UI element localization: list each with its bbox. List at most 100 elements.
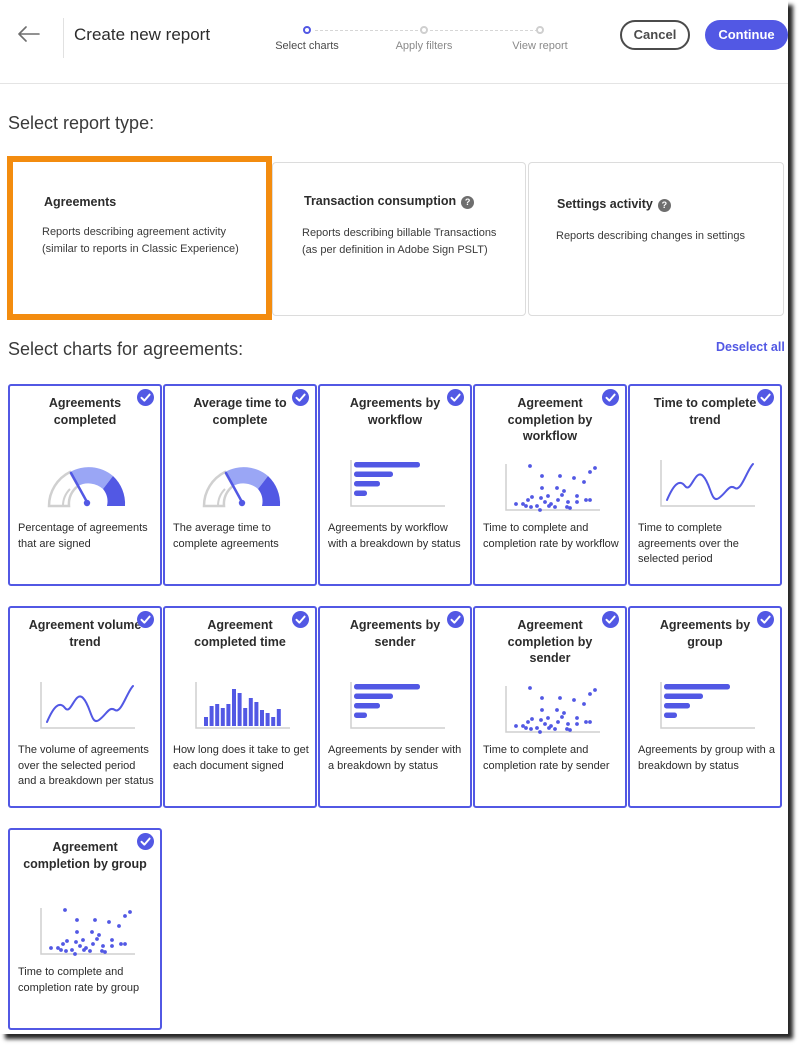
- continue-button[interactable]: Continue: [705, 20, 788, 50]
- scatter-point: [582, 702, 586, 706]
- chart-card[interactable]: Agreement volume trend The volume of agr…: [8, 606, 162, 808]
- chart-card-description: Percentage of agreements that are signed: [18, 522, 148, 550]
- report-type-title-row: Settings activity?: [557, 197, 671, 212]
- checkmark-icon: [450, 393, 461, 402]
- histogram-bar: [237, 693, 242, 726]
- step-select-charts: Select charts: [262, 26, 352, 52]
- scatter-point: [593, 466, 597, 470]
- chart-card[interactable]: Agreements by group Agreements by group …: [628, 606, 782, 808]
- gauge-pivot: [83, 499, 91, 507]
- gauge-pivot: [238, 499, 246, 507]
- chart-card[interactable]: Agreement completion by sender Time to c…: [473, 606, 627, 808]
- checkbox-checked[interactable]: [447, 611, 464, 628]
- chart-card[interactable]: Agreements by sender Agreements by sende…: [318, 606, 472, 808]
- checkbox-checked[interactable]: [137, 389, 154, 406]
- scatter-point: [49, 946, 53, 950]
- scatter-point: [514, 502, 518, 506]
- page-frame: Create new report Select charts Apply fi…: [0, 0, 788, 1034]
- scatter-point: [73, 952, 77, 956]
- checkbox-checked[interactable]: [757, 611, 774, 628]
- scatter-point: [101, 944, 105, 948]
- chart-card-description: Time to complete agreements over the sel…: [638, 522, 739, 565]
- scatter-point: [553, 505, 557, 509]
- progress-stepper: Select charts Apply filters View report: [270, 26, 570, 66]
- chart-card[interactable]: Agreements completed Percentage of agree…: [8, 384, 162, 586]
- scatter-point: [75, 930, 79, 934]
- checkmark-icon: [295, 615, 306, 624]
- histogram-bar: [254, 702, 259, 726]
- checkbox-checked[interactable]: [757, 389, 774, 406]
- checkmark-icon: [140, 837, 151, 846]
- cancel-button[interactable]: Cancel: [620, 20, 690, 50]
- scatter-point: [110, 944, 114, 948]
- checkbox-checked[interactable]: [447, 389, 464, 406]
- scatter-point: [562, 711, 566, 715]
- report-type-transaction-consumption[interactable]: Transaction consumption? Reports describ…: [272, 162, 526, 316]
- bar: [664, 712, 677, 718]
- scatter-point: [524, 504, 528, 508]
- checkbox-checked[interactable]: [292, 389, 309, 406]
- scatter-point: [535, 504, 539, 508]
- chart-card-title: Agreement volume trend: [28, 618, 142, 649]
- checkmark-icon: [450, 615, 461, 624]
- help-icon[interactable]: ?: [657, 199, 671, 212]
- histogram-bar: [226, 704, 231, 726]
- report-type-title-row: Transaction consumption?: [304, 194, 475, 209]
- help-icon[interactable]: ?: [461, 196, 475, 209]
- axis-line: [40, 908, 135, 955]
- step-label: Apply filters: [395, 40, 453, 52]
- line-chart-thumbnail-icon: [660, 460, 755, 507]
- scatter-point: [547, 726, 551, 730]
- checkbox-checked[interactable]: [602, 389, 619, 406]
- scatter-point: [526, 720, 530, 724]
- scatter-point: [95, 937, 99, 941]
- description-line: Reports describing changes in settings: [556, 230, 745, 242]
- checkmark-icon: [295, 393, 306, 402]
- scatter-point: [540, 708, 544, 712]
- scatter-point: [529, 727, 533, 731]
- chart-card[interactable]: Agreement completion by group Time to co…: [8, 828, 162, 1030]
- scatter-point: [61, 942, 65, 946]
- chart-card-title: Agreement completion by workflow: [507, 396, 593, 443]
- hbar-chart-thumbnail-icon: [350, 460, 445, 507]
- scatter-point: [81, 938, 85, 942]
- histogram-bar: [265, 713, 270, 726]
- back-button[interactable]: [14, 20, 44, 48]
- chart-card[interactable]: Time to complete trend Time to complete …: [628, 384, 782, 586]
- histogram-bar: [204, 717, 208, 726]
- scatter-point: [558, 474, 562, 478]
- scatter-point: [91, 942, 95, 946]
- deselect-all-link[interactable]: Deselect all: [716, 340, 785, 354]
- scatter-point: [555, 708, 559, 712]
- checkmark-icon: [140, 393, 151, 402]
- chart-card[interactable]: Agreement completed time How long does i…: [163, 606, 317, 808]
- chart-card-title: Agreements completed: [48, 396, 122, 427]
- step-dot: [420, 26, 428, 34]
- checkbox-checked[interactable]: [602, 611, 619, 628]
- report-type-agreements[interactable]: Agreements Reports describing agreement …: [7, 156, 272, 320]
- scatter-point: [540, 486, 544, 490]
- chart-card-description: The volume of agreements over the select…: [18, 744, 154, 787]
- step-dot: [536, 26, 544, 34]
- chart-card[interactable]: Average time to complete The average tim…: [163, 384, 317, 586]
- report-type-settings-activity[interactable]: Settings activity? Reports describing ch…: [528, 162, 784, 316]
- checkbox-checked[interactable]: [137, 611, 154, 628]
- report-type-title: Agreements: [44, 195, 117, 209]
- chart-card[interactable]: Agreement completion by workflow Time to…: [473, 384, 627, 586]
- step-apply-filters: Apply filters: [379, 26, 469, 52]
- chart-card[interactable]: Agreements by workflow Agreements by wor…: [318, 384, 472, 586]
- scatter-point: [575, 500, 579, 504]
- scatter-point: [110, 938, 114, 942]
- checkbox-checked[interactable]: [137, 833, 154, 850]
- scatter-point: [568, 506, 572, 510]
- checkbox-checked[interactable]: [292, 611, 309, 628]
- chart-card-title: Agreements by group: [659, 618, 751, 649]
- scatter-point: [562, 489, 566, 493]
- bar: [664, 693, 703, 699]
- hbar-chart-thumbnail-icon: [660, 682, 755, 729]
- scatter-point: [588, 692, 592, 696]
- chart-card-description: Time to complete and completion rate by …: [483, 522, 619, 550]
- histogram-bar: [215, 704, 220, 726]
- scatter-point: [566, 722, 570, 726]
- bar: [664, 684, 730, 690]
